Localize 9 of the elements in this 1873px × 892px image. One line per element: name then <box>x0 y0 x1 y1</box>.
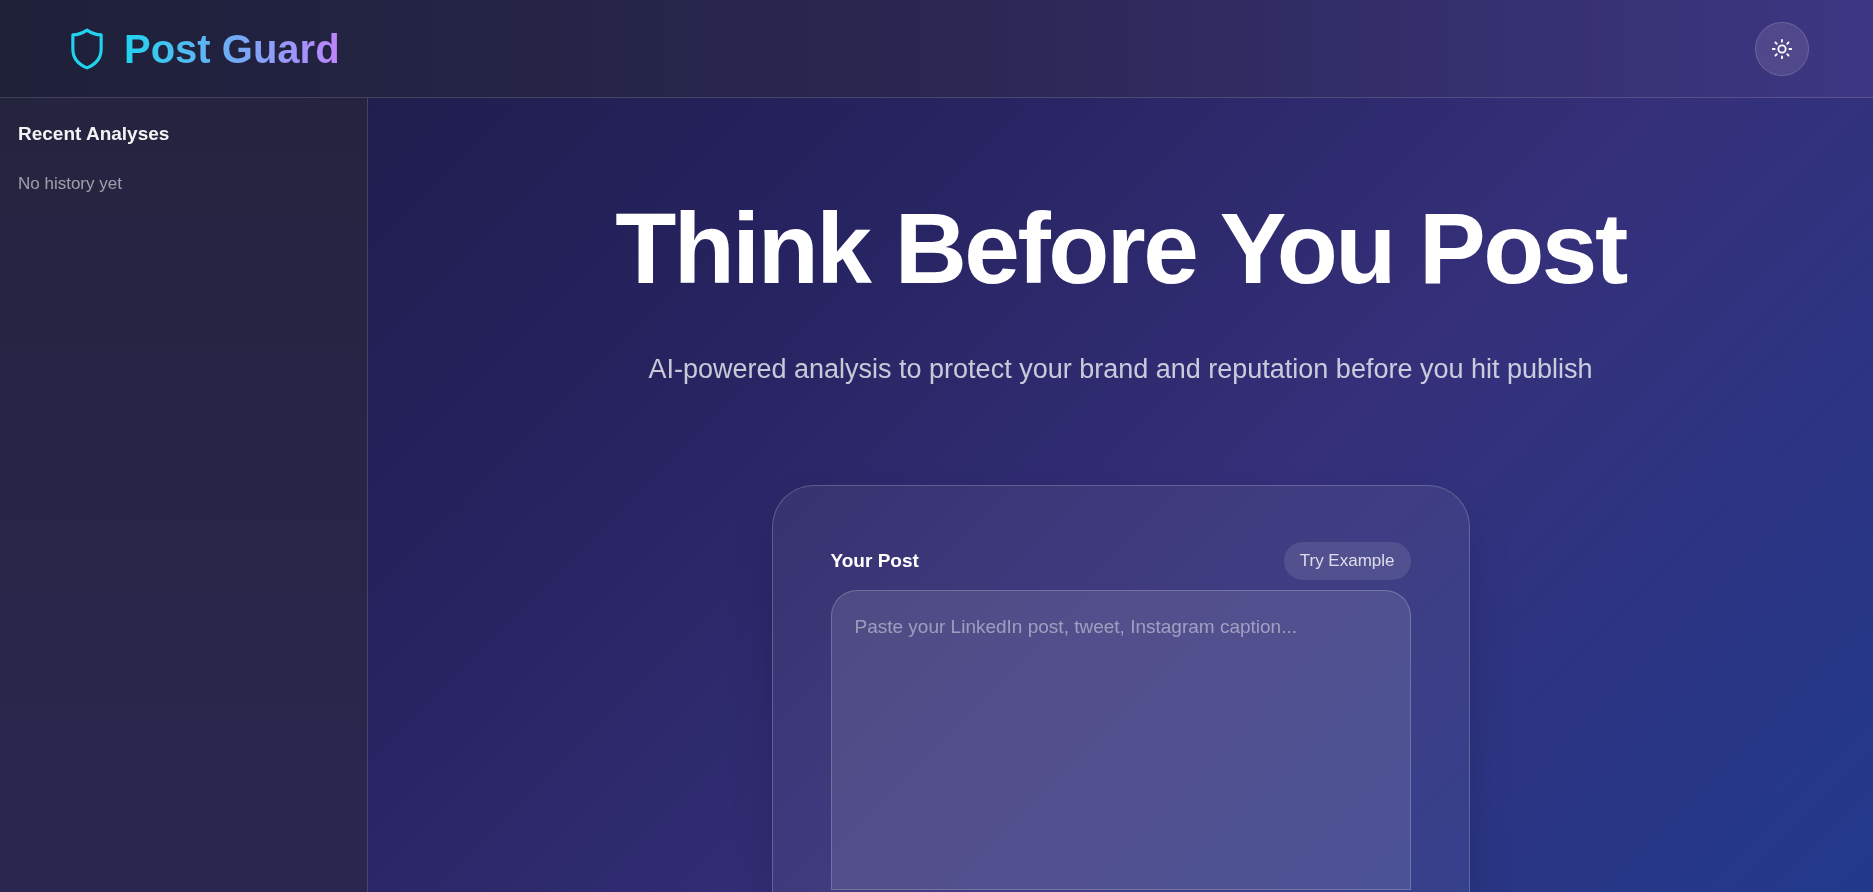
sun-icon <box>1771 37 1793 60</box>
theme-toggle-button[interactable] <box>1755 21 1809 76</box>
hero-subtitle: AI-powered analysis to protect your brand and reputation before you hit publish <box>647 353 1594 386</box>
empty-history-text: No history yet <box>18 172 123 195</box>
sidebar-title: Recent Analyses <box>18 122 171 146</box>
hero-title: Think Before You Post <box>615 198 1626 298</box>
shield-icon <box>68 26 106 71</box>
post-label: Your Post <box>830 548 919 573</box>
try-example-button[interactable]: Try Example <box>1283 542 1411 580</box>
